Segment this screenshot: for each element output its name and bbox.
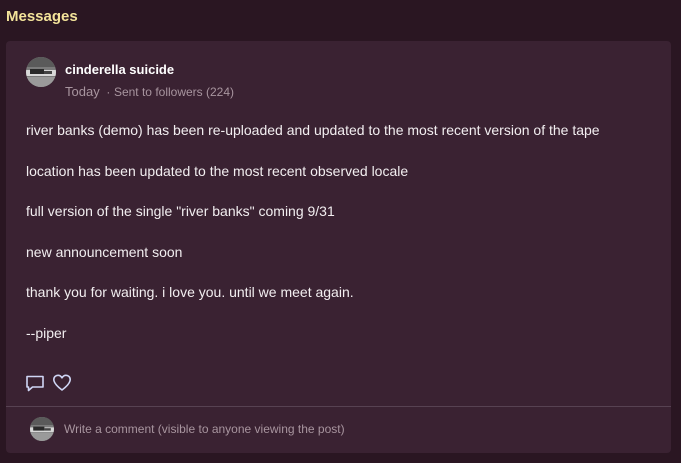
post-card: cinderella suicide Today · Sent to follo… [6, 41, 671, 453]
meta-separator: · [106, 85, 111, 99]
divider [6, 406, 671, 407]
commenter-avatar [30, 417, 54, 441]
post-paragraph: new announcement soon [26, 243, 183, 260]
author-avatar[interactable] [26, 57, 56, 87]
post-meta: Today · Sent to followers (224) [65, 84, 234, 99]
post-timestamp[interactable]: Today [65, 84, 100, 99]
section-title: Messages [6, 8, 78, 25]
post-paragraph: location has been updated to the most re… [26, 162, 409, 179]
post-paragraph: full version of the single "river banks"… [26, 203, 335, 219]
post-paragraph: river banks (demo) has been re-uploaded … [26, 122, 600, 138]
author-name[interactable]: cinderella suicide [65, 62, 174, 77]
post-paragraph: thank you for waiting. i love you. until… [26, 284, 354, 300]
post-body: river banks (demo) has been re-uploaded … [26, 122, 666, 365]
heart-icon[interactable] [52, 373, 72, 393]
comment-icon[interactable] [25, 373, 45, 393]
comment-input[interactable] [62, 417, 656, 441]
audience-label: Sent to followers (224) [113, 85, 235, 99]
post-paragraph: --piper [26, 324, 67, 341]
